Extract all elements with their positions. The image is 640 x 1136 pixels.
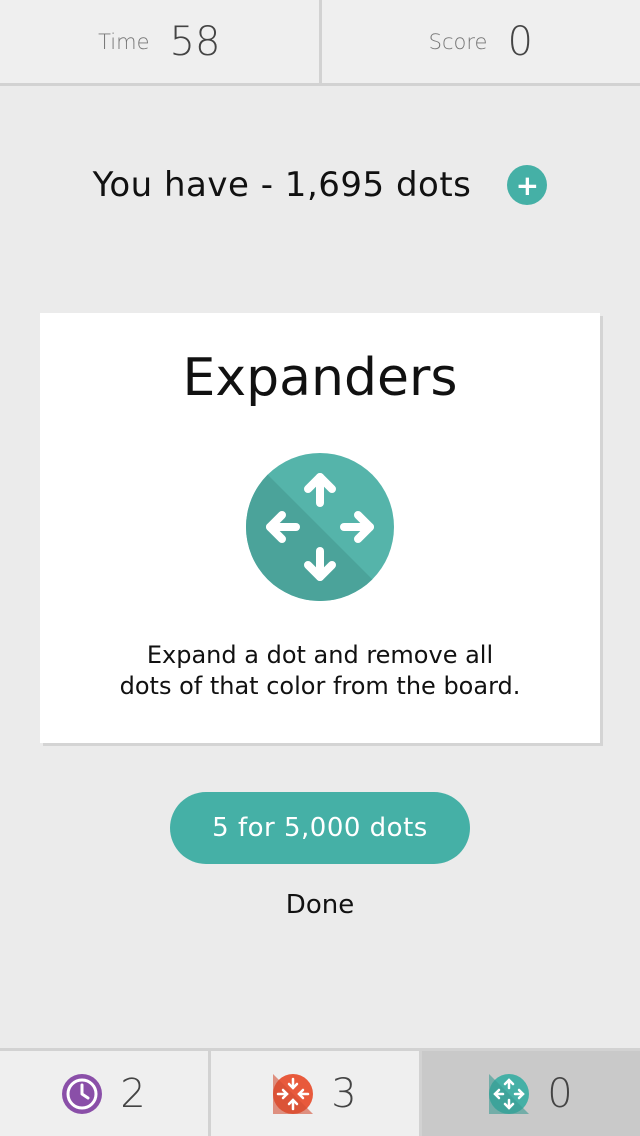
powerups-bar: 2 3 0: [0, 1048, 640, 1136]
dots-balance: You have - 1,695 dots +: [0, 150, 640, 220]
powerup-slot-shrinker[interactable]: 3: [208, 1051, 419, 1136]
add-dots-button[interactable]: +: [507, 165, 548, 205]
shrinker-count: 3: [331, 1070, 357, 1117]
top-bar: Time 58 Score 0: [0, 0, 640, 86]
powerup-slot-clock[interactable]: 2: [0, 1051, 208, 1136]
dots-balance-text: You have - 1,695 dots: [92, 165, 472, 205]
time-label: Time: [98, 29, 150, 54]
powerup-slot-expander[interactable]: 0: [419, 1051, 640, 1136]
clock-icon: [62, 1073, 103, 1114]
powerup-title: Expanders: [182, 348, 458, 408]
expander-arrows-icon: [246, 453, 394, 601]
shrinker-icon: [273, 1073, 314, 1114]
buy-expanders-button[interactable]: 5 for 5,000 dots: [170, 792, 470, 864]
score-panel: Score 0: [318, 0, 640, 83]
time-value: 58: [169, 18, 221, 65]
powerup-description: Expand a dot and remove all dots of that…: [60, 640, 580, 702]
expander-count: 0: [547, 1070, 573, 1117]
score-value: 0: [507, 18, 533, 65]
clock-count: 2: [120, 1070, 146, 1117]
expander-icon: [489, 1073, 530, 1114]
plus-icon: +: [515, 168, 540, 202]
score-label: Score: [428, 29, 488, 54]
time-panel: Time 58: [0, 0, 319, 83]
done-button[interactable]: Done: [0, 890, 640, 920]
description-line-2: dots of that color from the board.: [119, 672, 521, 700]
description-line-1: Expand a dot and remove all: [146, 641, 494, 669]
